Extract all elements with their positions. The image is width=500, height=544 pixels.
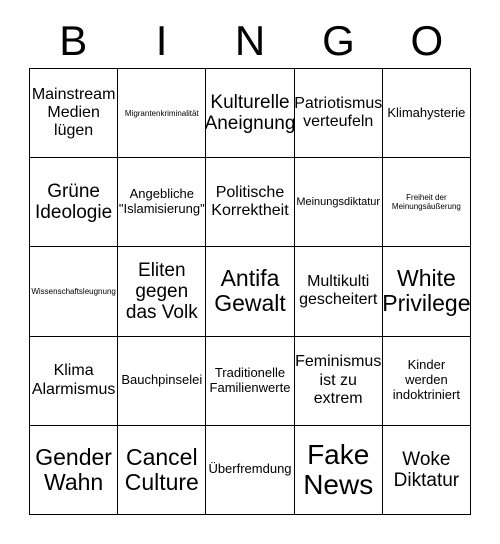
bingo-cell-r2-c3[interactable]: Politische Korrektheit — [206, 158, 295, 248]
bingo-cell-r2-c2[interactable]: Angebliche "Islamisierung" — [118, 158, 207, 248]
bingo-cell-label: Traditionelle Familienwerte — [209, 364, 291, 395]
bingo-grid: Mainstream Medien lügen Migrantenkriminal… — [29, 68, 471, 515]
bingo-cell-r1-c4[interactable]: Patriotismus verteufeln — [294, 69, 383, 159]
bingo-cell-label: Antifa Gewalt — [214, 265, 286, 317]
bingo-cell-r1-c5[interactable]: Klimahysterie — [382, 69, 471, 159]
bingo-cell-label: Gender Wahn — [35, 443, 112, 495]
bingo-cell-r1-c1[interactable]: Mainstream Medien lügen — [30, 69, 119, 159]
bingo-cell-label: Feminismus ist zu extrem — [295, 353, 382, 407]
bingo-cell-label: Politische Korrektheit — [211, 183, 289, 220]
bingo-cell-r1-c3[interactable]: Kulturelle Aneignung — [206, 69, 295, 159]
bingo-cell-r4-c5[interactable]: Kinder werden indoktriniert — [382, 336, 471, 426]
bingo-cell-r2-c1[interactable]: Grüne Ideologie — [30, 158, 119, 248]
bingo-cell-label: Kulturelle Aneignung — [206, 91, 295, 135]
bingo-cell-r5-c1[interactable]: Gender Wahn — [30, 425, 119, 515]
bingo-cell-label: Patriotismus verteufeln — [294, 94, 383, 131]
bingo-cell-label: Fake News — [303, 438, 374, 500]
bingo-cell-label: White Privilege — [382, 265, 471, 317]
bingo-cell-label: Multikulti gescheitert — [299, 273, 378, 309]
bingo-cell-label: Grüne Ideologie — [35, 181, 113, 224]
bingo-cell-label: Angebliche "Islamisierung" — [118, 186, 205, 217]
bingo-cell-r3-c5[interactable]: White Privilege — [382, 247, 471, 337]
bingo-cell-label: Migrantenkriminalität — [124, 108, 199, 118]
bingo-header-letter-o: O — [410, 17, 444, 64]
bingo-cell-label: Woke Diktatur — [393, 448, 460, 491]
bingo-cell-r4-c2[interactable]: Bauchpinselei — [118, 336, 207, 426]
bingo-cell-label: Kinder werden indoktriniert — [392, 357, 460, 403]
bingo-header-letter-n: N — [234, 17, 266, 64]
bingo-cell-label: Überfremdung — [208, 461, 292, 477]
bingo-cell-r3-c4[interactable]: Multikulti gescheitert — [294, 247, 383, 337]
bingo-header-letter-g: G — [322, 17, 355, 64]
bingo-cell-r2-c4[interactable]: Meinungsdiktatur — [294, 158, 383, 248]
bingo-cell-r3-c1[interactable]: Wissenschaftsleugnung — [30, 247, 119, 337]
bingo-cell-label: Klimahysterie — [387, 104, 466, 120]
bingo-cell-r4-c3[interactable]: Traditionelle Familienwerte — [206, 336, 295, 426]
bingo-cell-label: Cancel Culture — [124, 443, 199, 495]
bingo-cell-r4-c4[interactable]: Feminismus ist zu extrem — [294, 336, 383, 426]
bingo-cell-r5-c4[interactable]: Fake News — [294, 425, 383, 515]
bingo-cell-r5-c3[interactable]: Überfremdung — [206, 425, 295, 515]
bingo-header-letter-b: B — [59, 17, 88, 64]
bingo-header: BINGO — [29, 14, 471, 68]
bingo-header-letter-i: I — [155, 17, 168, 64]
bingo-cell-label: Freiheit der Meinungsäußerung — [391, 193, 461, 212]
bingo-cell-r3-c3[interactable]: Antifa Gewalt — [206, 247, 295, 337]
bingo-cell-label: Mainstream Medien lügen — [31, 85, 116, 140]
bingo-cell-r3-c2[interactable]: Eliten gegen das Volk — [118, 247, 207, 337]
bingo-cell-label: Klima Alarmismus — [31, 362, 116, 398]
bingo-cell-label: Meinungsdiktatur — [296, 195, 381, 208]
bingo-cell-label: Bauchpinselei — [121, 372, 203, 388]
bingo-cell-label: Eliten gegen das Volk — [125, 259, 198, 324]
bingo-cell-r4-c1[interactable]: Klima Alarmismus — [30, 336, 119, 426]
bingo-cell-label: Wissenschaftsleugnung — [31, 286, 116, 296]
bingo-cell-r2-c5[interactable]: Freiheit der Meinungsäußerung — [382, 158, 471, 248]
bingo-card: B I N G O Mainstream Medien lügen Migrantenkr… — [0, 0, 500, 544]
bingo-cell-r1-c2[interactable]: Migrantenkriminalität — [118, 69, 207, 159]
bingo-cell-r5-c2[interactable]: Cancel Culture — [118, 425, 207, 515]
bingo-cell-r5-c5[interactable]: Woke Diktatur — [382, 425, 471, 515]
